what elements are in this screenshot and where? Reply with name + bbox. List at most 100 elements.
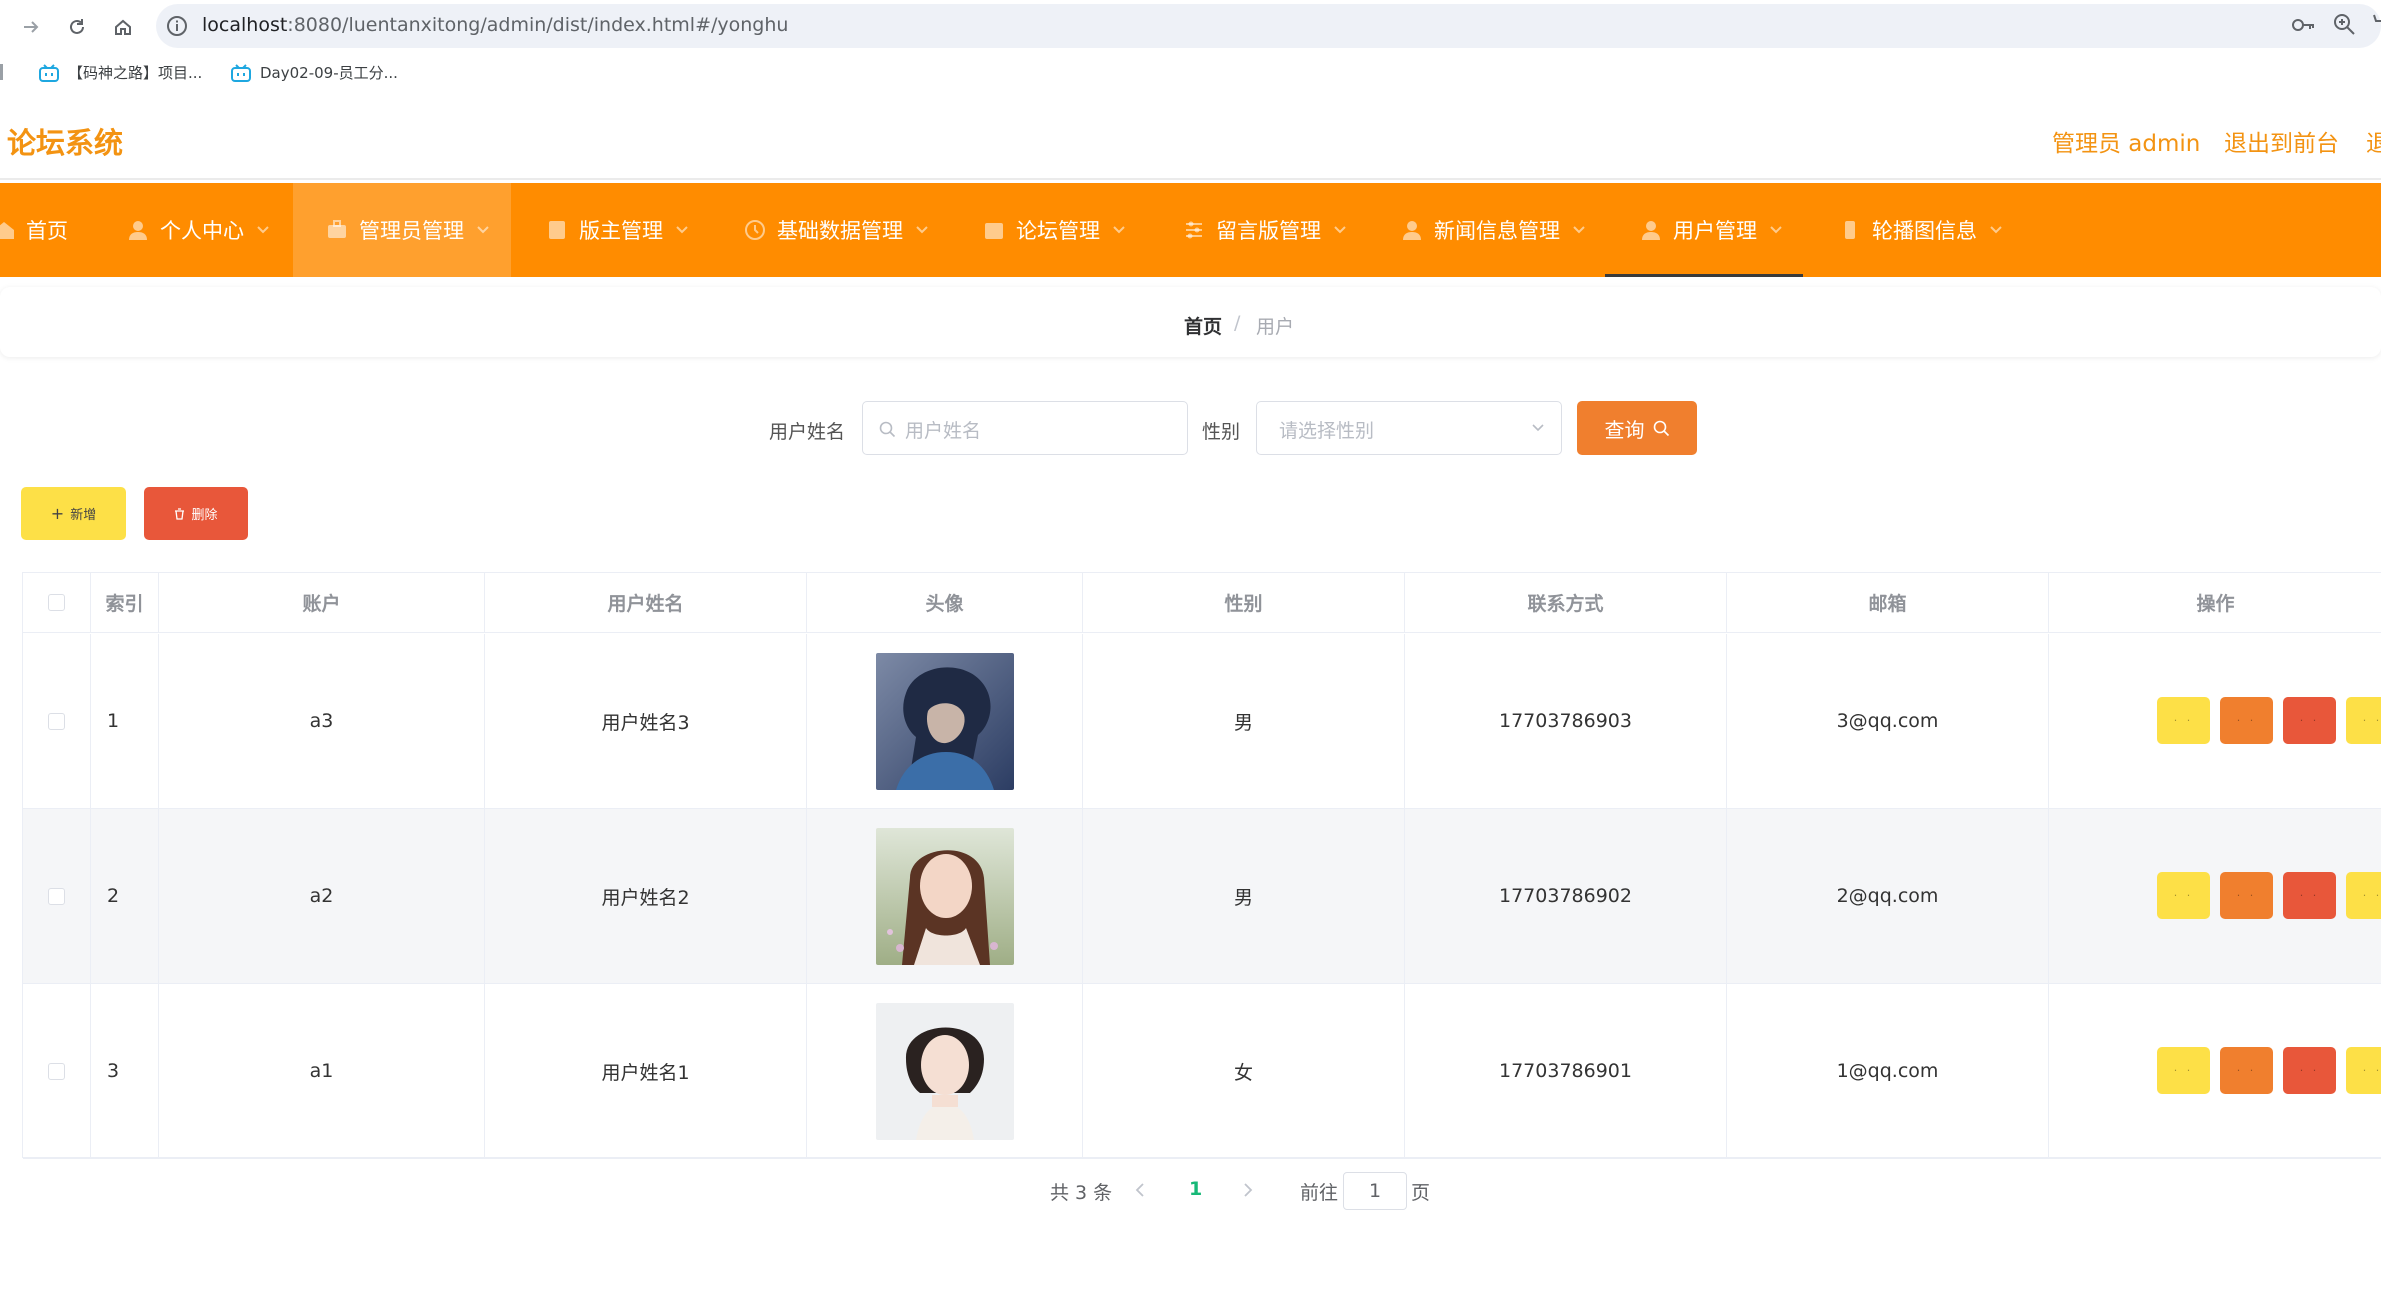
user-avatar-image[interactable] [875, 652, 1014, 790]
column-header-gender[interactable]: 性别 [1083, 573, 1405, 633]
cell-avatar [807, 634, 1083, 808]
menu-item-basic-data[interactable]: 基础数据管理 [743, 183, 929, 277]
cell-name: 用户姓名2 [485, 809, 807, 983]
menu-item-admin-manage[interactable]: 管理员管理 [293, 183, 511, 277]
menu-item-carousel[interactable]: 轮播图信息 [1838, 183, 2003, 277]
breadcrumb-separator: / [1234, 312, 1241, 334]
user-icon [1400, 218, 1424, 242]
info-icon[interactable] [166, 15, 188, 37]
chevron-down-icon [916, 226, 928, 234]
exit-to-front-link[interactable]: 退出到前台 [2224, 124, 2339, 158]
view-button[interactable]: · · [2157, 872, 2210, 919]
name-search-input[interactable]: 用户姓名 [862, 401, 1188, 455]
view-button[interactable]: · · [2157, 1047, 2210, 1094]
user-avatar-image[interactable] [875, 1002, 1014, 1140]
home-button[interactable] [106, 10, 140, 44]
delete-row-button[interactable]: · · [2283, 872, 2336, 919]
breadcrumb-home[interactable]: 首页 [1184, 312, 1222, 339]
bookmark-label: 【码神之路】项目... [68, 64, 203, 82]
query-button[interactable]: 查询 [1577, 401, 1697, 455]
cell-name: 用户姓名3 [485, 634, 807, 808]
edit-button[interactable]: · · [2220, 1047, 2273, 1094]
cell-index: 1 [91, 634, 159, 808]
row-checkbox[interactable] [48, 1062, 65, 1080]
row-select-cell [23, 634, 91, 808]
menu-label: 基础数据管理 [777, 219, 903, 243]
row-checkbox[interactable] [48, 887, 65, 905]
row-checkbox[interactable] [48, 712, 65, 730]
cell-actions: · · · · · · · · [2049, 984, 2381, 1158]
menu-item-home[interactable]: 首页 [0, 183, 88, 277]
cell-avatar [807, 809, 1083, 983]
column-header-account[interactable]: 账户 [159, 573, 485, 633]
admin-username: 管理员 admin [2052, 131, 2201, 157]
user-avatar-image[interactable] [875, 827, 1014, 965]
delete-button-label: 删除 [191, 508, 218, 523]
pagination-page-1[interactable]: 1 [1189, 1178, 1202, 1200]
bookmark-item[interactable]: Day02-09-员工分... [230, 62, 398, 83]
doc-icon [545, 218, 569, 242]
back-button[interactable] [14, 10, 48, 44]
more-button[interactable]: · · [2346, 872, 2381, 919]
logout-link[interactable]: 退 [2366, 124, 2381, 158]
bookmarks-bar: 【码神之路】项目... Day02-09-员工分... [0, 54, 2381, 96]
menu-item-moderator[interactable]: 版主管理 [545, 183, 689, 277]
plus-icon: + [50, 504, 65, 523]
url-text[interactable]: localhost:8080/luentanxitong/admin/dist/… [202, 14, 788, 36]
menu-label: 轮播图信息 [1872, 219, 1977, 243]
column-header-name[interactable]: 用户姓名 [485, 573, 807, 633]
sliders-icon [1182, 218, 1206, 242]
pagination-total: 共 3 条 [1050, 1182, 1113, 1204]
table-row: 3 a1 用户姓名1 女 17703786901 1@qq.com · · · … [23, 984, 2381, 1159]
cell-email: 2@qq.com [1727, 809, 2049, 983]
bilibili-icon [39, 63, 59, 82]
url-path: :8080/luentanxitong/admin/dist/index.htm… [287, 14, 789, 36]
briefcase-icon [325, 218, 349, 242]
bookmark-item[interactable]: 【码神之路】项目... [38, 62, 202, 83]
edit-button[interactable]: · · [2220, 697, 2273, 744]
menu-item-profile[interactable]: 个人中心 [126, 183, 292, 277]
menu-label: 新闻信息管理 [1434, 219, 1560, 243]
key-icon[interactable] [2290, 12, 2316, 38]
more-button[interactable]: · · [2346, 1047, 2381, 1094]
cell-phone: 17703786901 [1405, 984, 1727, 1158]
delete-row-button[interactable]: · · [2283, 1047, 2336, 1094]
app-title: 论坛系统 [7, 126, 124, 160]
cell-gender: 男 [1083, 809, 1405, 983]
menu-item-forum[interactable]: 论坛管理 [982, 183, 1126, 277]
phone-icon [1838, 218, 1862, 242]
pagination-goto-input[interactable]: 1 [1343, 1172, 1407, 1210]
gender-select-placeholder: 请选择性别 [1279, 420, 1375, 442]
edit-button[interactable]: · · [2220, 872, 2273, 919]
select-all-cell [23, 573, 91, 633]
zoom-icon[interactable] [2332, 12, 2356, 36]
gender-filter-label: 性别 [1202, 421, 1241, 443]
cell-account: a1 [159, 984, 485, 1158]
column-header-email[interactable]: 邮箱 [1727, 573, 2049, 633]
star-icon[interactable] [2366, 12, 2381, 36]
chevron-down-icon [1113, 226, 1125, 234]
column-header-avatar[interactable]: 头像 [807, 573, 1083, 633]
cell-gender: 女 [1083, 984, 1405, 1158]
chevron-down-icon [1532, 424, 1544, 432]
select-all-checkbox[interactable] [48, 594, 65, 611]
chevron-down-icon [1573, 226, 1585, 234]
column-header-index[interactable]: 索引 [91, 573, 159, 633]
prev-page-icon[interactable] [1134, 1182, 1146, 1198]
view-button[interactable]: · · [2157, 697, 2210, 744]
next-page-icon[interactable] [1242, 1182, 1254, 1198]
add-button[interactable]: + 新增 [21, 487, 126, 540]
reload-button[interactable] [60, 10, 94, 44]
menu-label: 论坛管理 [1016, 219, 1100, 243]
more-button[interactable]: · · [2346, 697, 2381, 744]
address-bar[interactable]: localhost:8080/luentanxitong/admin/dist/… [156, 4, 2381, 48]
delete-button[interactable]: 删除 [144, 487, 248, 540]
delete-row-button[interactable]: · · [2283, 697, 2336, 744]
cell-phone: 17703786903 [1405, 634, 1727, 808]
column-header-phone[interactable]: 联系方式 [1405, 573, 1727, 633]
menu-item-guestbook[interactable]: 留言版管理 [1182, 183, 1347, 277]
gender-select[interactable]: 请选择性别 [1256, 401, 1562, 455]
user-table: 索引 账户 用户姓名 头像 性别 联系方式 邮箱 操作 1 a3 用户姓名3 男… [22, 572, 2381, 1159]
menu-item-news[interactable]: 新闻信息管理 [1400, 183, 1586, 277]
menu-item-user-manage[interactable]: 用户管理 [1605, 183, 1803, 277]
